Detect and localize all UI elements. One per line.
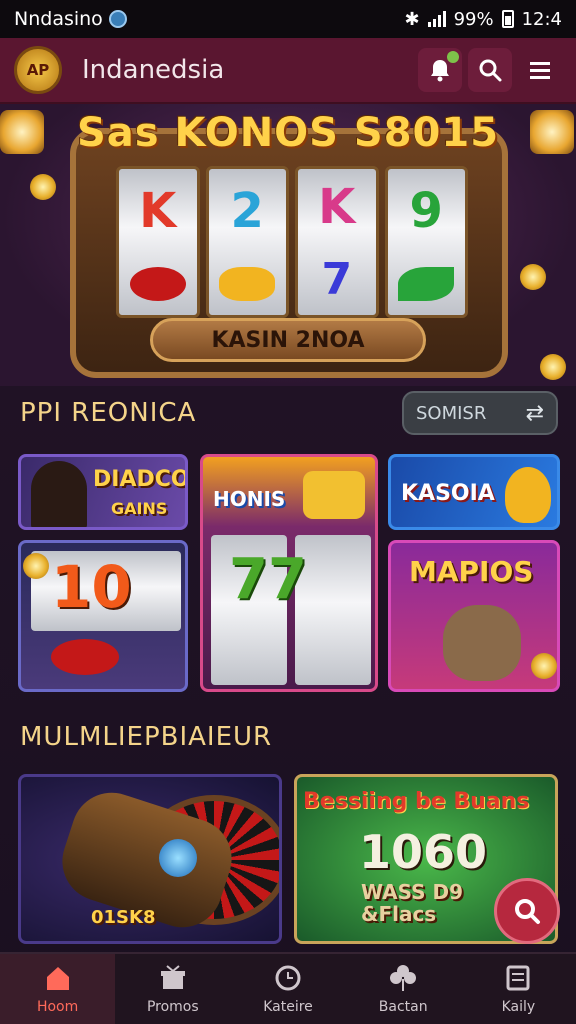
- tile-title: DIADCO: [93, 467, 188, 492]
- notification-badge: [447, 51, 459, 63]
- gem-icon: [159, 839, 197, 877]
- section-title-popular: PPI REONICA: [20, 398, 197, 428]
- clock-time: 12:4: [521, 8, 562, 30]
- seven-symbol-icon: 7: [321, 254, 353, 306]
- game-tile[interactable]: HONIS 77: [200, 454, 378, 692]
- leaf-symbol-icon: [398, 267, 455, 301]
- app-logo[interactable]: AP: [14, 46, 62, 94]
- reel-symbol: K: [318, 178, 356, 235]
- featured-slot-banner[interactable]: Sas KONOS S8015 K 2 K 7 9 KASIN 2NOA: [0, 104, 576, 386]
- notifications-button[interactable]: [418, 48, 462, 92]
- clover-icon: [388, 963, 418, 993]
- sort-button[interactable]: SOMISR ⇄: [402, 391, 558, 435]
- game-tile[interactable]: 01SK8: [18, 774, 282, 944]
- banner-title: Sas KONOS S8015: [76, 110, 500, 156]
- game-tile[interactable]: KASOIA: [388, 454, 560, 530]
- home-icon: [43, 963, 73, 993]
- gift-icon: [158, 963, 188, 993]
- coin-icon: [23, 553, 49, 579]
- battery-icon: [501, 10, 514, 28]
- bluetooth-icon: ✱: [404, 8, 420, 30]
- search-icon: [479, 59, 502, 82]
- reel: 2: [205, 166, 289, 318]
- app-header: AP Indanedsia: [0, 38, 576, 104]
- nav-label: Promos: [146, 999, 199, 1015]
- bell-symbol-icon: [219, 267, 276, 301]
- game-tile[interactable]: MAPIOS: [388, 540, 560, 692]
- game-tile[interactable]: 10: [18, 540, 188, 692]
- coin-icon: [531, 653, 557, 679]
- mascot-icon: [505, 467, 551, 523]
- app-title: Indanedsia: [82, 55, 225, 85]
- treasure-icon: [303, 471, 365, 519]
- nav-label: Kaily: [501, 999, 536, 1015]
- app-notification-icon: [108, 10, 127, 28]
- nav-item-promos[interactable]: Promos: [115, 954, 230, 1024]
- battery-percent: 99%: [453, 8, 494, 30]
- random-game-fab[interactable]: [494, 878, 560, 944]
- nav-label: Kateire: [263, 999, 313, 1015]
- carrier-label: Nndasino: [14, 8, 103, 30]
- tile-title: MAPIOS: [409, 555, 534, 588]
- tile-title: 01SK8: [91, 907, 156, 928]
- nav-item-home[interactable]: Hoom: [0, 954, 116, 1024]
- clock-icon: [273, 963, 303, 993]
- search-dice-icon: [515, 899, 540, 924]
- slot-reels: K 2 K 7 9: [116, 166, 468, 318]
- coin-icon: [30, 174, 56, 200]
- coin-icon: [540, 354, 566, 380]
- nav-label: Hoom: [36, 999, 79, 1015]
- status-bar: Nndasino ✱ 99% 12:4: [0, 0, 576, 38]
- tile-title: Bessiing be Buans: [303, 789, 530, 814]
- section-title-multiplayer: MULMLIEPBIAIEUR: [20, 722, 273, 752]
- reel-symbol: K: [139, 183, 177, 239]
- cherry-icon: [51, 639, 119, 675]
- cat-mascot-icon: [443, 605, 521, 681]
- signal-icon: [427, 11, 446, 27]
- reel-symbol: 9: [409, 183, 443, 239]
- casino-app-screen: Nndasino ✱ 99% 12:4 AP Indanedsia Sas KO…: [0, 0, 576, 1024]
- bottom-navigation: Hoom Promos Kateire Bactan Kaily: [0, 952, 576, 1024]
- game-tile[interactable]: DIADCO GAINS: [18, 454, 188, 530]
- reel: K: [116, 166, 200, 318]
- nav-item-daily[interactable]: Kaily: [461, 954, 576, 1024]
- nav-label: Bactan: [378, 999, 428, 1015]
- shuffle-icon: ⇄: [525, 400, 544, 426]
- cherry-icon: [129, 267, 186, 301]
- tile-big-number: 1060: [359, 825, 488, 879]
- tile-title: 10: [51, 553, 132, 621]
- banner-plaque: KASIN 2NOA: [150, 318, 426, 362]
- tile-subtitle: WASS D9 &Flacs: [361, 880, 464, 926]
- reel-symbol: 2: [230, 183, 264, 239]
- player-avatar: [31, 461, 87, 527]
- reel: 9: [384, 166, 468, 318]
- tile-title: HONIS: [213, 487, 286, 511]
- hamburger-menu-icon: [530, 62, 550, 79]
- book-icon: [503, 963, 533, 993]
- tile-title: 77: [229, 547, 307, 612]
- nav-item-history[interactable]: Kateire: [230, 954, 345, 1024]
- menu-button[interactable]: [518, 48, 562, 92]
- nav-item-bonus[interactable]: Bactan: [346, 954, 461, 1024]
- search-button[interactable]: [468, 48, 512, 92]
- reel: K 7: [295, 166, 379, 318]
- sort-label: SOMISR: [416, 402, 487, 424]
- coin-icon: [520, 264, 546, 290]
- tile-title: KASOIA: [401, 481, 495, 506]
- tile-subtitle: GAINS: [111, 499, 168, 518]
